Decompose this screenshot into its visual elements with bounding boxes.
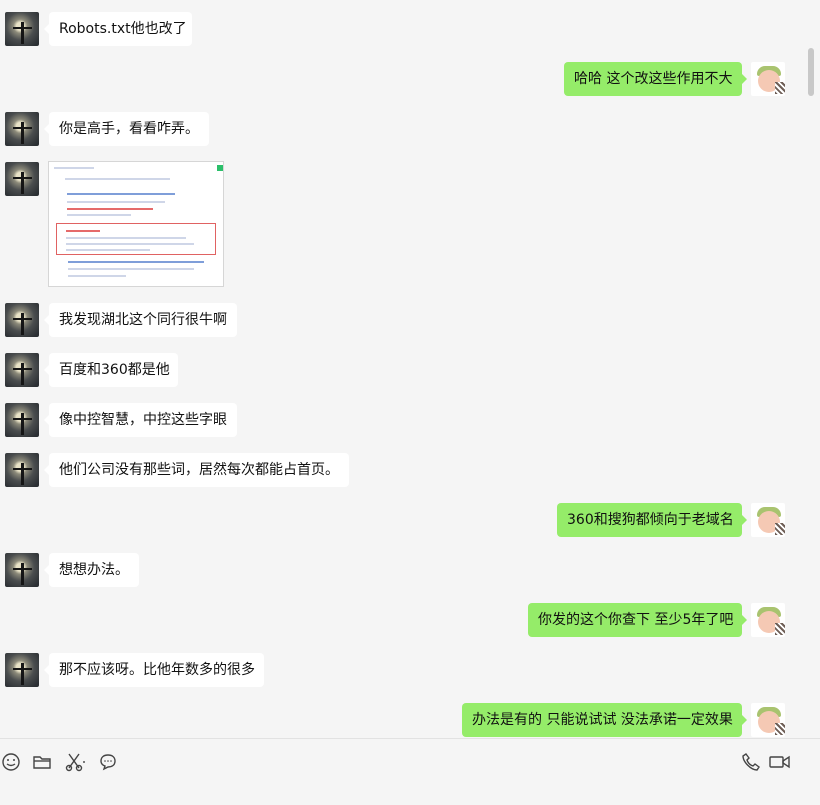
video-icon[interactable] (768, 751, 792, 773)
contact-avatar[interactable] (5, 353, 39, 387)
emoji-icon[interactable] (0, 751, 22, 773)
contact-avatar[interactable] (5, 453, 39, 487)
contact-avatar[interactable] (5, 403, 39, 437)
outgoing-message-bubble[interactable]: 你发的这个你查下 至少5年了吧 (528, 603, 747, 637)
chat-scrollbar-thumb[interactable] (808, 48, 814, 96)
contact-avatar[interactable] (5, 112, 39, 146)
self-avatar[interactable] (751, 603, 785, 637)
folder-icon[interactable] (31, 751, 53, 773)
self-avatar[interactable] (751, 703, 785, 737)
chat-bubble-icon[interactable] (97, 751, 119, 773)
outgoing-message-bubble[interactable]: 360和搜狗都倾向于老域名 (557, 503, 747, 537)
striped-shirt-icon (775, 82, 785, 94)
chat-history[interactable]: Robots.txt他也改了 哈哈 这个改这些作用不大 你是高手，看看咋弄。 我… (0, 0, 805, 738)
incoming-message-bubble[interactable]: 像中控智慧，中控这些字眼 (44, 403, 237, 437)
self-avatar[interactable] (751, 503, 785, 537)
contact-avatar[interactable] (5, 653, 39, 687)
incoming-message-bubble[interactable]: 他们公司没有那些词，居然每次都能占首页。 (44, 453, 349, 487)
outgoing-message-bubble[interactable]: 办法是有的 只能说试试 没法承诺一定效果 (462, 703, 747, 737)
incoming-message-bubble[interactable]: 百度和360都是他 (44, 353, 178, 387)
incoming-message-bubble[interactable]: Robots.txt他也改了 (44, 12, 192, 46)
image-message-thumbnail[interactable] (48, 161, 224, 287)
phone-icon[interactable] (740, 751, 762, 773)
incoming-message-bubble[interactable]: 想想办法。 (44, 553, 139, 587)
contact-avatar[interactable] (5, 553, 39, 587)
incoming-message-bubble[interactable]: 你是高手，看看咋弄。 (44, 112, 209, 146)
input-toolbar (0, 738, 820, 805)
outgoing-message-bubble[interactable]: 哈哈 这个改这些作用不大 (564, 62, 747, 96)
striped-shirt-icon (775, 623, 785, 635)
incoming-message-bubble[interactable]: 那不应该呀。比他年数多的很多 (44, 653, 264, 687)
scissors-icon[interactable] (64, 751, 86, 773)
contact-avatar[interactable] (5, 303, 39, 337)
contact-avatar[interactable] (5, 162, 39, 196)
incoming-message-bubble[interactable]: 我发现湖北这个同行很牛啊 (44, 303, 237, 337)
chat-scrollbar[interactable] (805, 0, 820, 738)
striped-shirt-icon (775, 723, 785, 735)
striped-shirt-icon (775, 523, 785, 535)
self-avatar[interactable] (751, 62, 785, 96)
contact-avatar[interactable] (5, 12, 39, 46)
